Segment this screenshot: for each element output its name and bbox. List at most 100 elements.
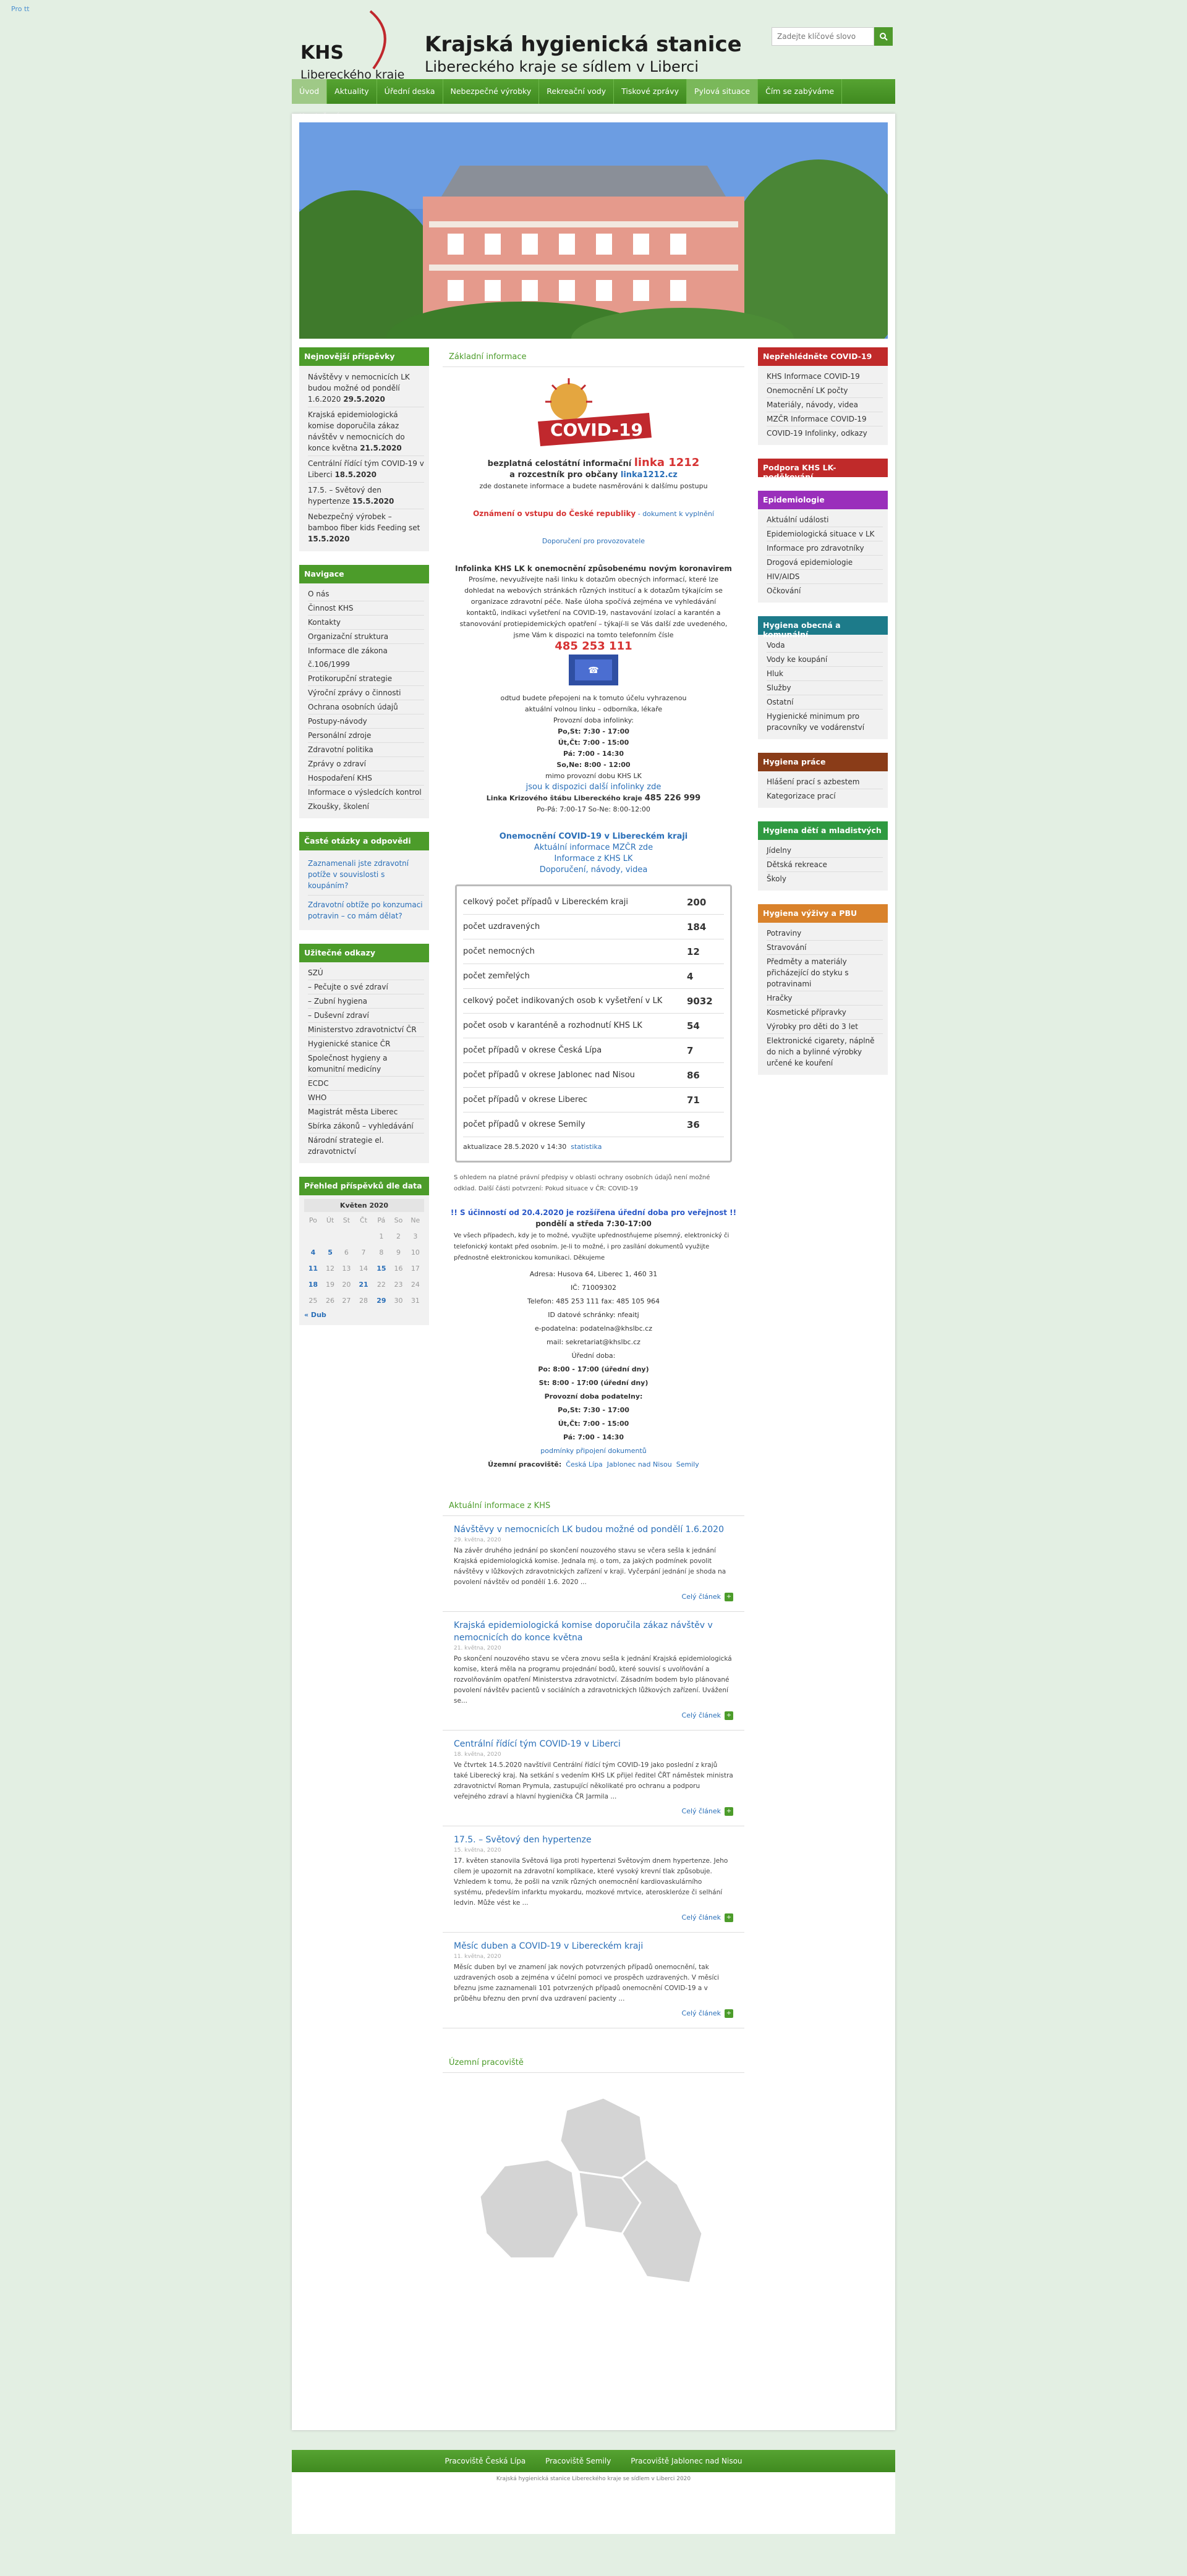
useful-link[interactable]: Společnost hygieny a komunitní medicíny [308,1051,424,1077]
nav-item-nebezpecne-vyrobky[interactable]: Nebezpečné výrobky [443,79,540,104]
nav-item-pylova-situace[interactable]: Pylová situace [686,79,759,104]
covid-link[interactable]: Onemocnění LK počty [767,384,883,398]
useful-link[interactable]: – Pečujte o své zdraví [308,980,424,994]
nutrition-link[interactable]: Výrobky pro děti do 3 let [767,1020,883,1034]
search-button[interactable] [874,27,893,46]
covid-link[interactable]: MZČR Informace COVID-19 [767,412,883,426]
useful-link[interactable]: Ministerstvo zdravotnictví ČR [308,1023,424,1037]
latest-post-item[interactable]: Návštěvy v nemocnicích LK budou možné od… [308,370,424,407]
article-title[interactable]: Návštěvy v nemocnicích LK budou možné od… [454,1523,733,1536]
read-more-link[interactable]: Celý článek + [454,2009,733,2018]
territorial-link[interactable]: Semily [676,1460,699,1468]
covid-link[interactable]: KHS Informace COVID-19 [767,370,883,384]
search-input[interactable] [772,27,874,46]
entry-doc-link[interactable]: - dokument k vyplnění [638,510,714,518]
epidemiology-link[interactable]: Epidemiologická situace v LK [767,527,883,541]
useful-link[interactable]: WHO [308,1091,424,1105]
footer-link[interactable]: Pracoviště Česká Lípa [445,2457,525,2465]
nav-link[interactable]: Protikorupční strategie [308,672,424,686]
nav-link[interactable]: Informace dle zákona č.106/1999 [308,644,424,672]
skip-link[interactable]: Pro tt [11,5,30,13]
nav-item-aktuality[interactable]: Aktuality [327,79,377,104]
epidemiology-link[interactable]: HIV/AIDS [767,570,883,584]
useful-link[interactable]: ECDC [308,1077,424,1091]
epidemiology-link[interactable]: Aktuální události [767,513,883,527]
nav-link[interactable]: Informace o výsledcích kontrol [308,786,424,800]
hotline-link[interactable]: linka1212.cz [621,470,678,480]
useful-link[interactable]: Sbírka zákonů – vyhledávání [308,1119,424,1133]
useful-link[interactable]: SZÚ [308,966,424,980]
ministry-link[interactable]: Informace z KHS LK [554,854,632,863]
calendar-prev-link[interactable]: « Dub [304,1308,424,1321]
nav-link[interactable]: Výroční zprávy o činnosti [308,686,424,700]
nav-link[interactable]: Kontakty [308,616,424,630]
nav-link[interactable]: Zkoušky, školení [308,800,424,813]
general-hygiene-link[interactable]: Voda [767,638,883,653]
work-hygiene-link[interactable]: Kategorizace prací [767,789,883,803]
e-podatelna[interactable]: e-podatelna: podatelna@khslbc.cz [443,1322,744,1336]
general-hygiene-link[interactable]: Vody ke koupání [767,653,883,667]
nutrition-link[interactable]: Hračky [767,991,883,1006]
nav-item-cim-se-zabyvame[interactable]: Čím se zabýváme [758,79,843,104]
territorial-link[interactable]: Česká Lípa [566,1460,603,1468]
general-hygiene-link[interactable]: Ostatní [767,695,883,710]
other-lines-link[interactable]: jsou k dispozici další infolinky zde [526,782,662,792]
nav-item-tiskove-zpravy[interactable]: Tiskové zprávy [614,79,687,104]
latest-post-item[interactable]: Krajská epidemiologická komise doporučil… [308,407,424,456]
nav-link[interactable]: O nás [308,587,424,601]
useful-link[interactable]: – Duševní zdraví [308,1009,424,1023]
nav-link[interactable]: Činnost KHS [308,601,424,616]
calendar-day-link[interactable]: 4 [304,1244,322,1260]
nav-link[interactable]: Ochrana osobních údajů [308,700,424,714]
child-hygiene-link[interactable]: Dětská rekreace [767,858,883,872]
article-title[interactable]: Centrální řídící tým COVID-19 v Liberci [454,1738,733,1750]
nav-link[interactable]: Personální zdroje [308,729,424,743]
general-hygiene-link[interactable]: Hluk [767,667,883,681]
read-more-link[interactable]: Celý článek + [454,1711,733,1720]
epidemiology-link[interactable]: Drogová epidemiologie [767,556,883,570]
nutrition-link[interactable]: Potraviny [767,926,883,941]
child-hygiene-link[interactable]: Jídelny [767,844,883,858]
region-map[interactable] [443,2073,744,2295]
ministry-link[interactable]: Doporučení, návody, videa [540,865,648,875]
nav-item-rekreacni-vody[interactable]: Rekreační vody [539,79,615,104]
general-hygiene-link[interactable]: Služby [767,681,883,695]
nav-item-uvod[interactable]: Úvod [292,79,328,104]
covid-link[interactable]: COVID-19 Infolinky, odkazy [767,426,883,440]
article-title[interactable]: Měsíc duben a COVID-19 v Libereckém kraj… [454,1940,733,1952]
useful-link[interactable]: Národní strategie el. zdravotnictví [308,1133,424,1158]
nav-link[interactable]: Postupy-návody [308,714,424,729]
useful-link[interactable]: – Zubní hygiena [308,994,424,1009]
read-more-link[interactable]: Celý článek + [454,1807,733,1816]
epidemiology-link[interactable]: Informace pro zdravotníky [767,541,883,556]
latest-post-item[interactable]: 17.5. – Světový den hypertenze 15.5.2020 [308,483,424,509]
nav-link[interactable]: Zprávy o zdraví [308,757,424,771]
latest-post-item[interactable]: Centrální řídící tým COVID-19 v Liberci … [308,456,424,483]
employers-link[interactable]: Doporučení pro provozovatele [542,537,645,545]
footer-link[interactable]: Pracoviště Jablonec nad Nisou [631,2457,742,2465]
footer-link[interactable]: Pracoviště Semily [545,2457,611,2465]
article-title[interactable]: Krajská epidemiologická komise doporučil… [454,1619,733,1644]
support-box-title[interactable]: Podpora KHS LK- poděkování [758,459,888,481]
useful-link[interactable]: Magistrát města Liberec [308,1105,424,1119]
nav-link[interactable]: Hospodaření KHS [308,771,424,786]
useful-link[interactable]: Hygienické stanice ČR [308,1037,424,1051]
nav-link[interactable]: Zdravotní politika [308,743,424,757]
epidemiology-link[interactable]: Očkování [767,584,883,598]
nav-item-uredni-deska[interactable]: Úřední deska [377,79,443,104]
stats-link[interactable]: statistika [571,1143,602,1151]
sub-link[interactable]: podmínky připojení dokumentů [540,1447,647,1455]
nutrition-link[interactable]: Stravování [767,941,883,955]
faq-link[interactable]: Zdravotní obtíže po konzumaci potravin –… [308,896,424,925]
read-more-link[interactable]: Celý článek + [454,1913,733,1922]
nutrition-link[interactable]: Elektronické cigarety, náplně do nich a … [767,1034,883,1070]
faq-link[interactable]: Zaznamenali jste zdravotní potíže v souv… [308,854,424,896]
covid-link[interactable]: Materiály, návody, videa [767,398,883,412]
general-hygiene-link[interactable]: Hygienické minimum pro pracovníky ve vod… [767,710,883,734]
nutrition-link[interactable]: Předměty a materiály přicházející do sty… [767,955,883,991]
ministry-link[interactable]: Aktuální informace MZČR zde [534,843,653,852]
logo[interactable]: KHS Libereckého kraje [300,10,412,82]
child-hygiene-link[interactable]: Školy [767,872,883,886]
work-hygiene-link[interactable]: Hlášení prací s azbestem [767,775,883,789]
territorial-link[interactable]: Jablonec nad Nisou [607,1460,672,1468]
